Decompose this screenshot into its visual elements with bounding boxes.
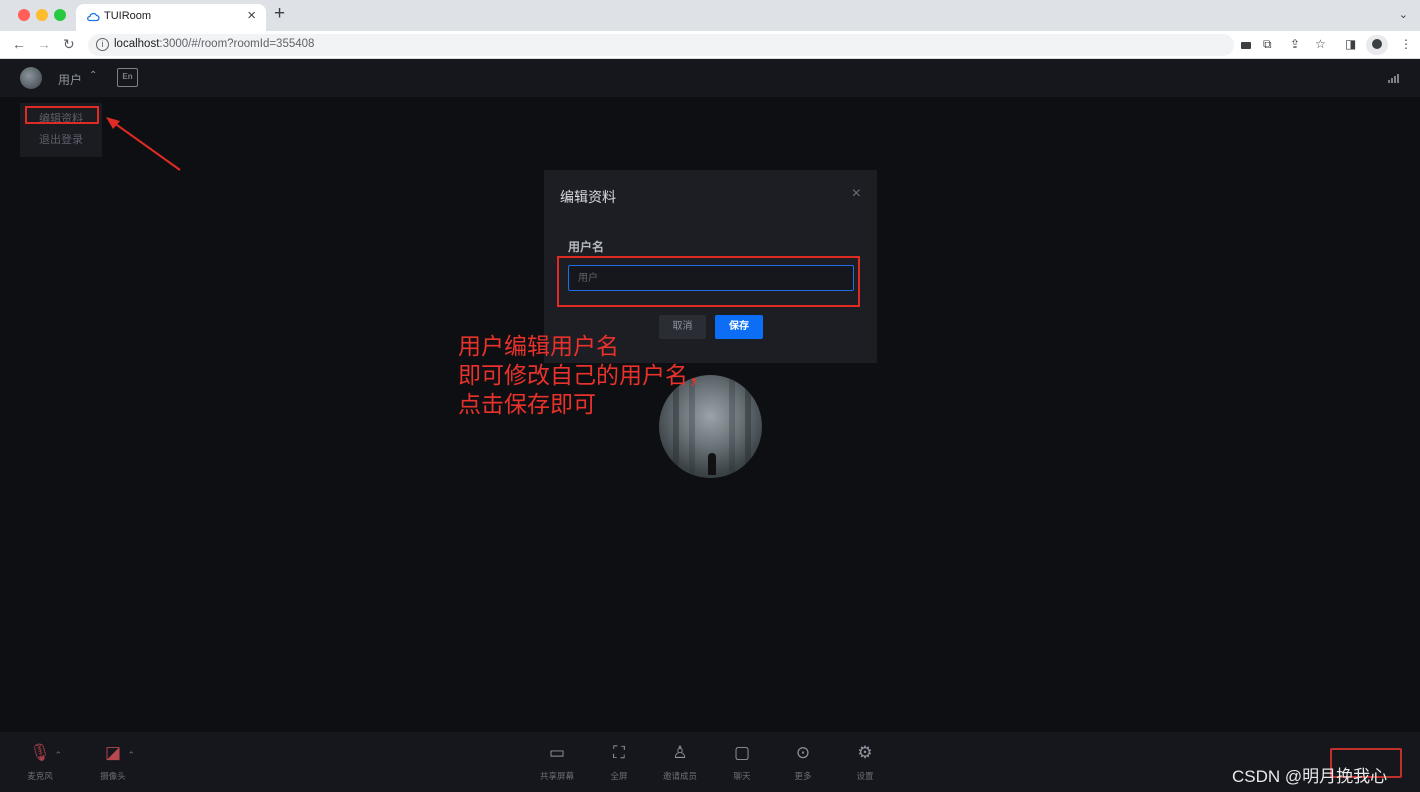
person-silhouette bbox=[708, 453, 716, 475]
back-icon[interactable]: ← bbox=[12, 36, 26, 52]
tab-title: TUIRoom bbox=[104, 10, 152, 22]
settings-icon: ⚙ bbox=[857, 743, 873, 762]
tab-close-icon[interactable]: × bbox=[247, 7, 256, 24]
mic-button[interactable]: 🎙︎ ⌃ 麦克风 bbox=[14, 742, 66, 788]
profile-icon[interactable] bbox=[1366, 35, 1388, 55]
fullscreen-button[interactable]: ⛶ 全屏 bbox=[593, 742, 645, 788]
watermark: CSDN @明月挽我心 bbox=[1232, 767, 1388, 786]
mic-options-caret[interactable]: ⌃ bbox=[54, 750, 62, 761]
invite-icon: ♙ bbox=[672, 743, 688, 762]
fullscreen-icon: ⛶ bbox=[613, 743, 625, 762]
browser-tab-strip: TUIRoom × + ⌄ bbox=[0, 0, 1420, 31]
chevron-up-icon[interactable]: ⌃ bbox=[89, 70, 97, 81]
url-path: :3000/#/room?roomId=355408 bbox=[159, 38, 315, 50]
save-button[interactable]: 保存 bbox=[715, 315, 763, 339]
invite-button[interactable]: ♙ 邀请成员 bbox=[654, 742, 706, 788]
browser-toolbar: ← → ↻ i localhost:3000/#/room?roomId=355… bbox=[0, 31, 1420, 59]
bookmark-star-icon[interactable]: ☆ bbox=[1315, 37, 1326, 51]
close-icon[interactable]: × bbox=[852, 185, 861, 203]
cloud-icon bbox=[87, 12, 100, 22]
share-screen-label: 共享屏幕 bbox=[539, 771, 574, 781]
username-label: 用户名 bbox=[568, 240, 605, 254]
side-panel-icon[interactable]: ◨ bbox=[1345, 37, 1356, 51]
share-screen-icon: ▭ bbox=[548, 743, 566, 762]
tab-search-icon[interactable]: ⌄ bbox=[1399, 8, 1408, 21]
annotation-box-menu bbox=[25, 106, 99, 124]
mic-label: 麦克风 bbox=[27, 771, 53, 781]
dialog-title: 编辑资料 bbox=[560, 189, 616, 205]
settings-label: 设置 bbox=[856, 771, 874, 781]
share-screen-button[interactable]: ▭ 共享屏幕 bbox=[531, 742, 583, 788]
annotation-text: 用户编辑用户名 即可修改自己的用户名， 点击保存即可 bbox=[458, 333, 711, 417]
browser-tab[interactable]: TUIRoom × bbox=[76, 4, 266, 31]
reload-icon[interactable]: ↻ bbox=[63, 36, 75, 53]
annotation-arrow bbox=[106, 117, 181, 171]
url-text: localhost:3000/#/room?roomId=355408 bbox=[114, 38, 314, 50]
address-bar[interactable]: i localhost:3000/#/room?roomId=355408 bbox=[88, 34, 1234, 56]
more-icon: ⊙ bbox=[795, 743, 811, 762]
forward-icon[interactable]: → bbox=[37, 36, 51, 52]
bottom-toolbar: 🎙︎ ⌃ 麦克风 ◪ ⌃ 摄像头 ▭ 共享屏幕 ⛶ 全屏 ♙ 邀请成员 ▢ 聊天… bbox=[0, 732, 1420, 792]
window-zoom-button[interactable] bbox=[54, 9, 66, 21]
menu-item-logout[interactable]: 退出登录 bbox=[39, 131, 83, 147]
window-minimize-button[interactable] bbox=[36, 9, 48, 21]
language-switch-icon[interactable]: En bbox=[117, 68, 138, 87]
share-icon[interactable]: ⇪ bbox=[1290, 37, 1300, 51]
camera-button[interactable]: ◪ ⌃ 摄像头 bbox=[87, 742, 139, 788]
camera-label: 摄像头 bbox=[100, 771, 126, 781]
annotation-box-input bbox=[557, 256, 860, 307]
camera-options-caret[interactable]: ⌃ bbox=[127, 750, 135, 761]
url-host: localhost bbox=[114, 38, 160, 50]
settings-button[interactable]: ⚙ 设置 bbox=[839, 742, 891, 788]
site-info-icon[interactable]: i bbox=[96, 38, 109, 51]
camera-indicator-icon[interactable] bbox=[1241, 42, 1251, 49]
more-button[interactable]: ⊙ 更多 bbox=[777, 742, 829, 788]
new-tab-button[interactable]: + bbox=[274, 3, 285, 25]
translate-icon[interactable]: ⧉ bbox=[1263, 37, 1272, 52]
more-label: 更多 bbox=[794, 771, 812, 781]
invite-label: 邀请成员 bbox=[662, 771, 697, 781]
chat-button[interactable]: ▢ 聊天 bbox=[716, 742, 768, 788]
user-name[interactable]: 用户 bbox=[58, 71, 82, 88]
room-header: 用户 ⌃ En bbox=[0, 59, 1420, 97]
fullscreen-label: 全屏 bbox=[610, 771, 628, 781]
chat-icon: ▢ bbox=[733, 743, 751, 762]
network-signal-icon bbox=[1388, 74, 1400, 83]
window-close-button[interactable] bbox=[18, 9, 30, 21]
browser-menu-icon[interactable]: ⋮ bbox=[1400, 37, 1412, 51]
chat-label: 聊天 bbox=[733, 771, 751, 781]
avatar[interactable] bbox=[20, 67, 42, 89]
